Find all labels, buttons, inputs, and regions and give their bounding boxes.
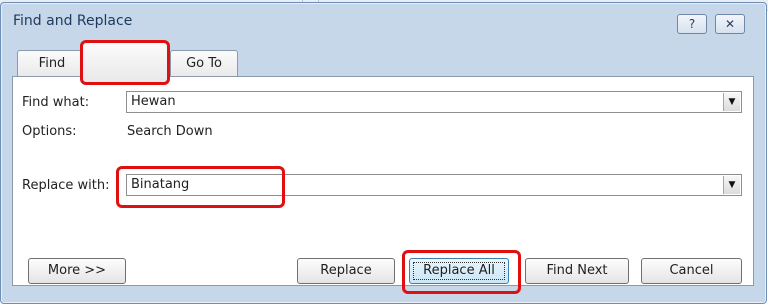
more-button-label: More >>	[47, 263, 107, 278]
find-next-button[interactable]: Find Next	[525, 258, 629, 284]
replace-with-combobox[interactable]: Binatang ▼	[126, 174, 742, 196]
options-value: Search Down	[127, 124, 213, 139]
cancel-button[interactable]: Cancel	[641, 258, 742, 284]
replace-all-button[interactable]: Replace All	[409, 258, 509, 284]
replace-dropdown-button[interactable]: ▼	[723, 176, 740, 194]
tab-goto-label: Go To	[186, 56, 222, 71]
focus-ring	[413, 262, 505, 280]
tab-replace-label: Replace	[101, 54, 153, 69]
find-what-combobox[interactable]: Hewan ▼	[126, 91, 742, 113]
cancel-button-label: Cancel	[669, 263, 714, 278]
replace-button-label: Replace	[320, 263, 372, 278]
chevron-down-icon: ▼	[728, 180, 736, 190]
replace-with-value: Binatang	[131, 177, 190, 192]
title-bar: Find and Replace ? ✕	[1, 3, 766, 39]
replace-button[interactable]: Replace	[297, 258, 395, 284]
find-next-button-label: Find Next	[546, 263, 608, 278]
close-button[interactable]: ✕	[715, 14, 745, 34]
chevron-down-icon: ▼	[728, 97, 736, 107]
replace-with-label: Replace with:	[22, 178, 110, 193]
tab-replace[interactable]: Replace	[90, 46, 164, 78]
find-dropdown-button[interactable]: ▼	[723, 93, 740, 111]
find-what-value: Hewan	[131, 94, 176, 109]
more-button[interactable]: More >>	[28, 258, 126, 284]
options-label: Options:	[22, 124, 77, 139]
tab-find[interactable]: Find	[17, 50, 87, 77]
find-what-label: Find what:	[22, 95, 90, 110]
help-button[interactable]: ?	[677, 14, 707, 34]
help-icon: ?	[688, 17, 696, 31]
close-icon: ✕	[724, 17, 736, 31]
tab-find-label: Find	[38, 56, 66, 71]
dialog-title: Find and Replace	[13, 13, 133, 29]
tab-goto[interactable]: Go To	[170, 50, 238, 77]
